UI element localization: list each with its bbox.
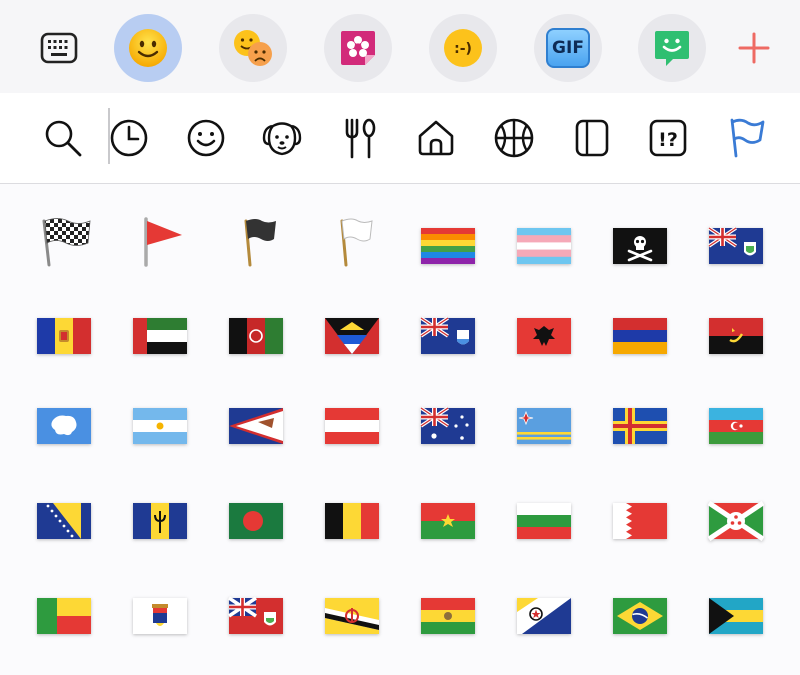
bermuda-flag[interactable] (227, 595, 285, 637)
add-icon (738, 32, 770, 64)
smiley-emoji-icon (129, 29, 167, 67)
category-objects[interactable] (567, 113, 617, 163)
objects-icon (575, 119, 609, 157)
bitmoji-icon (655, 31, 689, 66)
add-button[interactable] (720, 14, 788, 82)
emoji-keyboard-toolbar: :-) GIF (0, 0, 800, 93)
australia-flag[interactable] (419, 405, 477, 447)
andorra-flag[interactable] (35, 315, 93, 357)
brazil-flag[interactable] (611, 595, 669, 637)
aruba-flag[interactable] (515, 405, 573, 447)
belgium-flag[interactable] (323, 500, 381, 542)
search-icon (45, 120, 82, 157)
animals-icon (262, 122, 302, 156)
angola-flag[interactable] (707, 315, 765, 357)
text-emoticon-label: :-) (454, 41, 472, 57)
burundi-flag[interactable] (707, 500, 765, 542)
rainbow-flag[interactable] (419, 225, 477, 267)
triangular-flag[interactable] (131, 217, 189, 267)
antigua-barbuda-flag[interactable] (323, 315, 381, 357)
transgender-flag[interactable] (515, 225, 573, 267)
armenia-flag[interactable] (611, 315, 669, 357)
burkina-faso-flag[interactable] (419, 500, 477, 542)
bahrain-flag[interactable] (611, 500, 669, 542)
category-food[interactable] (335, 113, 385, 163)
st-barthelemy-flag[interactable] (131, 595, 189, 637)
emoticons-tab[interactable]: :-) (429, 14, 497, 82)
sticker-icon (341, 31, 375, 65)
bosnia-herzegovina-flag[interactable] (35, 500, 93, 542)
text-emoticon-icon: :-) (444, 29, 482, 67)
symbols-icon: !? (649, 119, 687, 157)
category-smileys[interactable] (181, 113, 231, 163)
chequered-flag[interactable] (37, 218, 95, 267)
travel-places-icon (418, 120, 454, 156)
benin-flag[interactable] (35, 595, 93, 637)
category-activities[interactable] (489, 113, 539, 163)
food-icon (345, 118, 376, 159)
american-samoa-flag[interactable] (227, 405, 285, 447)
afghanistan-flag[interactable] (227, 315, 285, 357)
combined-emoji-icon (234, 30, 272, 66)
gif-icon: GIF (546, 28, 590, 68)
austria-flag[interactable] (323, 405, 381, 447)
barbados-flag[interactable] (131, 500, 189, 542)
aland-islands-flag[interactable] (611, 405, 669, 447)
category-animals[interactable] (257, 113, 307, 163)
emoji-category-bar: !? (0, 93, 800, 184)
bahamas-flag[interactable] (707, 595, 765, 637)
caribbean-netherlands-flag[interactable] (515, 595, 573, 637)
activities-icon (494, 118, 534, 158)
antarctica-flag[interactable] (35, 405, 93, 447)
emoji-kitchen-tab[interactable] (219, 14, 287, 82)
category-flags[interactable] (722, 113, 772, 163)
bolivia-flag[interactable] (419, 595, 477, 637)
category-travel[interactable] (411, 113, 461, 163)
keyboard-icon[interactable] (25, 14, 93, 82)
argentina-flag[interactable] (131, 405, 189, 447)
symbols-label: !? (658, 129, 678, 151)
brunei-flag[interactable] (323, 595, 381, 637)
gif-tab[interactable]: GIF (534, 14, 602, 82)
flags-icon (730, 118, 765, 158)
stickers-tab[interactable] (324, 14, 392, 82)
black-flag[interactable] (227, 219, 285, 267)
category-symbols[interactable]: !? (643, 113, 693, 163)
search-button[interactable] (38, 113, 88, 163)
smiley-emoji-tab[interactable] (114, 14, 182, 82)
bangladesh-flag[interactable] (227, 500, 285, 542)
bitmoji-tab[interactable] (638, 14, 706, 82)
pirate-flag[interactable] (611, 225, 669, 267)
albania-flag[interactable] (515, 315, 573, 357)
uae-flag[interactable] (131, 315, 189, 357)
emoji-grid (0, 185, 800, 675)
category-recent[interactable] (104, 113, 154, 163)
bulgaria-flag[interactable] (515, 500, 573, 542)
azerbaijan-flag[interactable] (707, 405, 765, 447)
smileys-icon (187, 119, 225, 157)
anguilla-flag[interactable] (419, 315, 477, 357)
white-flag[interactable] (323, 218, 381, 267)
recent-clock-icon (110, 119, 148, 157)
ascension-island-flag[interactable] (707, 225, 765, 267)
